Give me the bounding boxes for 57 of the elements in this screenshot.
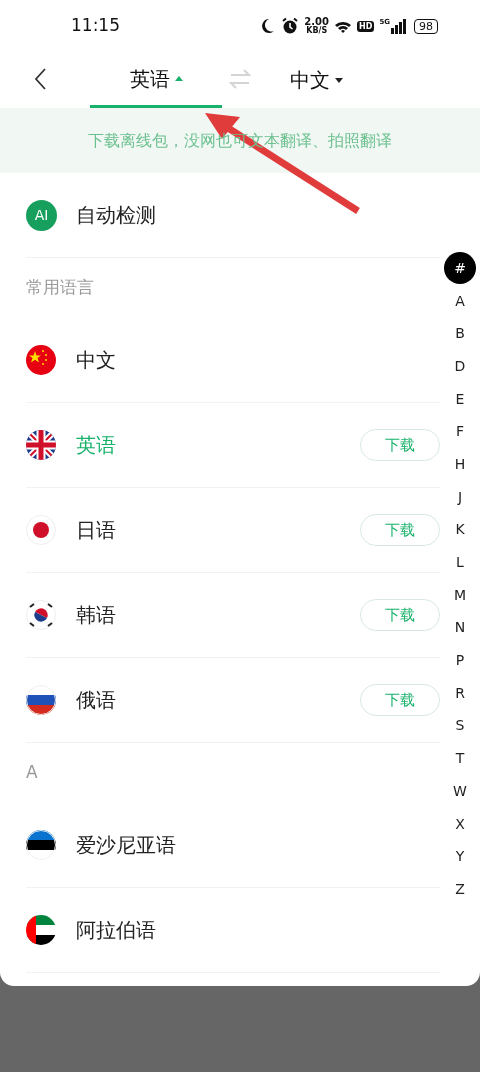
index-letter[interactable]: W bbox=[444, 775, 476, 808]
index-letter[interactable]: S bbox=[444, 709, 476, 743]
index-letter[interactable]: B bbox=[444, 317, 476, 351]
status-time: 11:15 bbox=[71, 14, 120, 38]
index-letter[interactable]: P bbox=[444, 644, 476, 677]
language-row[interactable]: AI 自动检测 bbox=[26, 173, 440, 258]
index-letter[interactable]: M bbox=[444, 578, 476, 612]
flag-icon bbox=[26, 685, 57, 715]
hd-badge: HD bbox=[357, 20, 375, 32]
flag-icon bbox=[26, 600, 57, 630]
language-row[interactable]: 韩语 下载 bbox=[26, 573, 440, 658]
language-name: 中文 bbox=[76, 347, 117, 374]
index-letter[interactable]: T bbox=[444, 742, 476, 775]
index-letter[interactable]: H bbox=[444, 448, 476, 481]
signal-icon bbox=[391, 18, 406, 34]
index-letter[interactable]: N bbox=[444, 611, 476, 645]
alarm-icon bbox=[281, 17, 300, 35]
index-letter[interactable]: A bbox=[444, 284, 476, 318]
flag-icon bbox=[26, 345, 57, 375]
index-letter[interactable]: X bbox=[444, 807, 476, 841]
language-row[interactable]: 日语 下载 bbox=[26, 488, 440, 573]
language-name: 日语 bbox=[76, 517, 117, 544]
ai-badge: AI bbox=[26, 199, 57, 231]
language-row[interactable]: 俄语 下载 bbox=[26, 658, 440, 743]
index-letter[interactable]: D bbox=[444, 350, 476, 383]
speed-unit: KB/S bbox=[306, 27, 328, 35]
index-letter[interactable]: F bbox=[444, 415, 476, 449]
index-letter[interactable]: Z bbox=[444, 873, 476, 906]
section-header: A bbox=[26, 761, 38, 785]
index-letter[interactable]: # bbox=[444, 252, 476, 284]
language-tab[interactable]: 中文 bbox=[250, 52, 382, 108]
language-row[interactable]: 中文 bbox=[26, 318, 440, 403]
index-letter[interactable]: L bbox=[444, 546, 476, 579]
swap-icon bbox=[229, 68, 251, 90]
flag-icon bbox=[26, 515, 57, 545]
battery-level: 98 bbox=[414, 18, 438, 34]
language-row[interactable]: 阿拉伯语 bbox=[26, 888, 440, 973]
index-letter[interactable]: R bbox=[444, 676, 476, 710]
network-speed: 2.00 bbox=[304, 17, 330, 27]
language-name: 爱沙尼亚语 bbox=[76, 832, 177, 859]
flag-icon bbox=[26, 915, 57, 945]
language-name: 英语 bbox=[76, 432, 117, 459]
section-header: 常用语言 bbox=[26, 276, 94, 300]
flag-icon bbox=[26, 830, 57, 860]
index-letter[interactable]: J bbox=[444, 480, 476, 514]
language-name: 自动检测 bbox=[76, 202, 156, 229]
caret-down-icon bbox=[334, 77, 343, 83]
language-name: 俄语 bbox=[76, 687, 117, 714]
caret-up-icon bbox=[174, 76, 183, 81]
flag-icon bbox=[26, 430, 57, 460]
language-name: 韩语 bbox=[76, 602, 117, 629]
language-name: 阿拉伯语 bbox=[76, 917, 157, 944]
index-letter[interactable]: Y bbox=[444, 840, 476, 874]
language-row[interactable]: 爱沙尼亚语 bbox=[26, 803, 440, 888]
index-letter[interactable]: E bbox=[444, 382, 476, 416]
back-icon bbox=[33, 67, 47, 91]
index-letter[interactable]: K bbox=[444, 513, 476, 547]
